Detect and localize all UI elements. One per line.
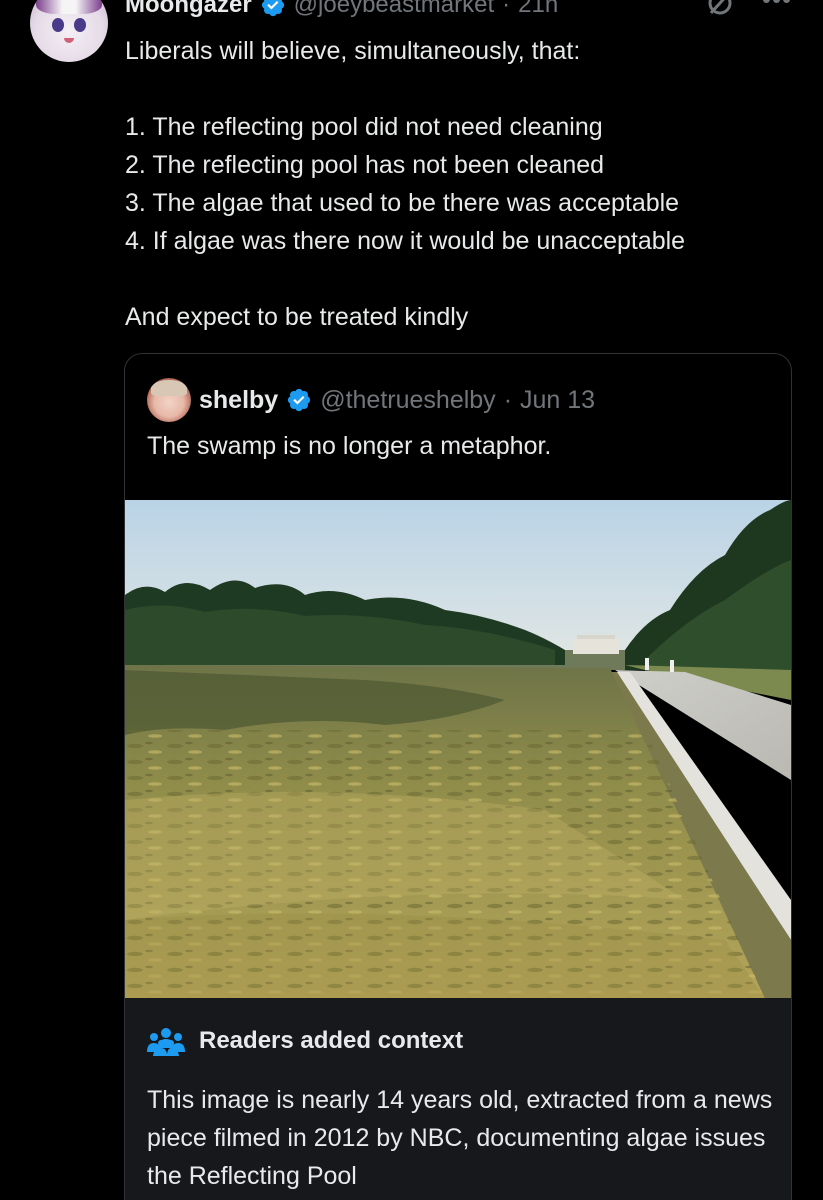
- post-time[interactable]: 21h: [518, 0, 558, 19]
- author-row: Moongazer @joeybeastmarket · 21h: [125, 0, 558, 20]
- people-icon: [147, 1028, 185, 1056]
- verified-badge-icon: [288, 388, 311, 412]
- post-closing-line: And expect to be treated kindly: [125, 303, 469, 331]
- grok-icon[interactable]: [705, 0, 735, 18]
- community-note[interactable]: Readers added context This image is near…: [125, 998, 791, 1200]
- verified-badge-icon: [261, 0, 284, 17]
- quoted-post-image[interactable]: [125, 500, 791, 998]
- quoted-author-row: shelby @thetrueshelby · Jun 13: [147, 378, 595, 422]
- post-text: Liberals will believe, simultaneously, t…: [125, 32, 805, 336]
- meta-separator: ·: [502, 0, 511, 18]
- post-intro-line: Liberals will believe, simultaneously, t…: [125, 37, 581, 65]
- author-display-name[interactable]: Moongazer: [125, 0, 252, 19]
- more-options-icon[interactable]: •••: [760, 0, 794, 12]
- quoted-post-text: The swamp is no longer a metaphor.: [147, 432, 552, 460]
- community-note-body: This image is nearly 14 years old, extra…: [147, 1086, 773, 1190]
- post-view: Moongazer @joeybeastmarket · 21h ••• Lib…: [0, 0, 823, 1200]
- post-list-item: 1. The reflecting pool did not need clea…: [125, 113, 603, 141]
- author-handle[interactable]: @joeybeastmarket: [294, 0, 494, 19]
- author-avatar[interactable]: [30, 0, 108, 62]
- post-list-item: 4. If algae was there now it would be un…: [125, 227, 686, 255]
- quoted-handle[interactable]: @thetrueshelby: [320, 386, 495, 415]
- quoted-post-card[interactable]: shelby @thetrueshelby · Jun 13 The swamp…: [124, 353, 792, 1200]
- post-list-item: 2. The reflecting pool has not been clea…: [125, 151, 605, 179]
- community-note-header: Readers added context: [147, 1024, 463, 1058]
- quoted-author-avatar[interactable]: [147, 378, 191, 422]
- quoted-date[interactable]: Jun 13: [520, 386, 595, 415]
- post-list-item: 3. The algae that used to be there was a…: [125, 189, 680, 217]
- community-note-title: Readers added context: [199, 1027, 464, 1054]
- meta-separator: ·: [503, 385, 513, 414]
- quoted-display-name[interactable]: shelby: [199, 386, 278, 415]
